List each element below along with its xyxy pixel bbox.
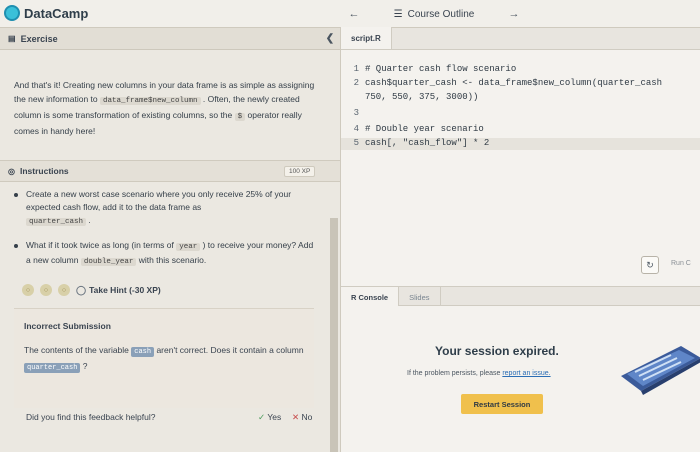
- code-line: 750, 550, 375, 3000)): [365, 92, 479, 102]
- instructions-label: Instructions: [19, 166, 69, 176]
- code-line: 2 cash$quarter_cash <- data_frame$new_col…: [353, 78, 663, 88]
- refresh-icon: ↻: [646, 259, 654, 270]
- console-body: Your session expired. If the problem per…: [341, 306, 700, 452]
- code-editor[interactable]: 1 # Quarter cash flow scenario 2 cash$quar…: [341, 50, 700, 270]
- app-name: DataCamp: [24, 5, 89, 21]
- hint-step-icon: ○: [22, 284, 34, 296]
- check-icon: ✓: [258, 412, 266, 422]
- exercise-label: Exercise: [20, 33, 58, 44]
- feedback-yes-button[interactable]: ✓ Yes: [258, 412, 281, 423]
- feedback-question: Did you find this feedback helpful?: [26, 412, 156, 422]
- list-item: What if it took twice as long (in terms …: [14, 239, 314, 269]
- collapse-panel-button[interactable]: ❮: [322, 30, 338, 46]
- hint-step-icon: ○: [58, 284, 70, 296]
- exercise-description: And that's it! Creating new columns in y…: [14, 80, 315, 136]
- arrow-left-icon: ←: [348, 8, 360, 20]
- feedback-row: Did you find this feedback helpful? ✓ Ye…: [26, 412, 326, 422]
- incorrect-message: The contents of the variable cash aren't…: [24, 345, 304, 373]
- forward-button[interactable]: →: [500, 4, 528, 24]
- inline-code: quarter_cash: [26, 218, 87, 226]
- workspace-panel: script.R 1 # Quarter cash flow scenario 2…: [340, 27, 700, 452]
- session-expired-message: If the problem persists, please report a…: [407, 370, 551, 377]
- inline-code: year: [176, 243, 201, 251]
- target-icon: ◎: [8, 166, 15, 176]
- datacamp-logo[interactable]: DataCamp: [4, 5, 88, 21]
- laptop-illustration-icon: [621, 346, 700, 395]
- code-line-active: 5 cash[, "cash_flow"] * 2: [341, 138, 700, 150]
- back-button[interactable]: ←: [340, 4, 368, 24]
- reset-button[interactable]: ↻: [641, 256, 659, 274]
- code-line: 3: [353, 108, 359, 118]
- inline-code: data_frame$new_column: [100, 97, 201, 105]
- inline-code: double_year: [80, 258, 137, 266]
- xp-badge: 100 XP: [284, 166, 316, 177]
- menu-icon: ☰: [393, 8, 403, 20]
- exercise-icon: ▤: [8, 34, 16, 43]
- arrow-right-icon: →: [508, 8, 520, 20]
- course-outline-button[interactable]: ☰ Course Outline: [374, 4, 494, 24]
- list-item: Create a new worst case scenario where y…: [14, 188, 314, 229]
- incorrect-submission-panel: Incorrect Submission The contents of the…: [14, 308, 314, 408]
- console-tabs: R Console Slides: [341, 286, 700, 307]
- tab-script-r[interactable]: script.R: [341, 27, 392, 49]
- instructions-list: Create a new worst case scenario where y…: [14, 188, 314, 279]
- hint-row: ○ ○ ○ ◯ Take Hint (-30 XP): [22, 284, 161, 296]
- instructions-header: ◎ Instructions 100 XP: [0, 160, 340, 182]
- lightbulb-icon: ◯: [76, 284, 87, 295]
- datacamp-logo-icon: [4, 5, 20, 21]
- scrollbar[interactable]: [330, 218, 338, 452]
- hint-step-icon: ○: [40, 284, 52, 296]
- restart-session-button[interactable]: Restart Session: [461, 394, 543, 414]
- run-code-button[interactable]: Run C: [671, 260, 691, 267]
- editor-tabs: script.R: [341, 27, 700, 50]
- code-tag: quarter_cash: [24, 363, 81, 373]
- top-bar: DataCamp ← ☰ Course Outline →: [0, 0, 700, 28]
- tab-r-console[interactable]: R Console: [341, 287, 400, 307]
- take-hint-button[interactable]: ◯ Take Hint (-30 XP): [76, 285, 161, 296]
- inline-code: $: [234, 113, 246, 121]
- incorrect-title: Incorrect Submission: [24, 321, 111, 331]
- bullet-icon: [14, 244, 18, 248]
- course-nav: ← ☰ Course Outline →: [340, 4, 528, 24]
- exercise-panel: ▤ Exercise ❮ And that's it! Creating new…: [0, 28, 340, 452]
- bullet-icon: [14, 193, 18, 197]
- take-hint-label: Take Hint (-30 XP): [89, 285, 161, 295]
- feedback-no-button[interactable]: ✕ No: [292, 412, 312, 423]
- exercise-header: ▤ Exercise ❮: [0, 28, 340, 50]
- chevron-left-icon: ❮: [325, 32, 335, 44]
- report-issue-link[interactable]: report an issue.: [502, 370, 550, 377]
- code-line: 4 # Double year scenario: [353, 124, 484, 134]
- code-line: 1 # Quarter cash flow scenario: [353, 64, 517, 74]
- session-expired-title: Your session expired.: [435, 344, 559, 358]
- tab-slides[interactable]: Slides: [399, 287, 441, 307]
- course-outline-label: Course Outline: [407, 8, 475, 20]
- code-tag: cash: [131, 347, 155, 357]
- close-icon: ✕: [292, 412, 300, 422]
